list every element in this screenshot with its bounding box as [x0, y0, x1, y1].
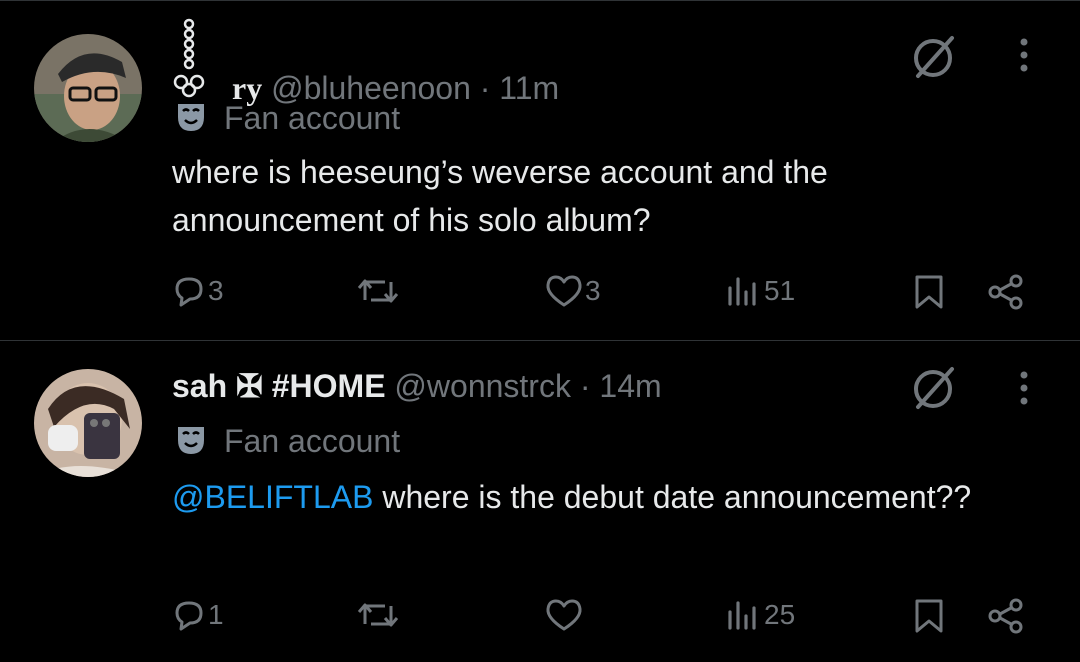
views-button[interactable]: 25 — [726, 598, 795, 632]
heart-icon — [546, 275, 582, 307]
mask-icon — [176, 101, 206, 133]
like-button[interactable]: 3 — [545, 274, 601, 308]
share-button[interactable] — [986, 598, 1026, 634]
reply-button[interactable]: 1 — [172, 598, 224, 632]
account-label: Fan account — [176, 423, 400, 460]
reply-icon — [175, 277, 203, 307]
view-count: 25 — [764, 599, 796, 630]
tweet-text: @BELIFTLAB where is the debut date annou… — [172, 473, 972, 521]
reply-count: 3 — [208, 275, 224, 306]
bookmark-button[interactable] — [912, 598, 946, 634]
views-button[interactable]: 51 — [726, 274, 795, 308]
views-icon — [728, 277, 756, 306]
bookmark-icon — [915, 599, 943, 633]
share-button[interactable] — [986, 274, 1026, 310]
bookmark-icon — [915, 275, 943, 309]
tweet-body: where is heeseung’s weverse account and … — [172, 154, 828, 238]
grok-icon[interactable] — [908, 32, 958, 82]
heart-icon — [546, 599, 582, 631]
timestamp[interactable]: 14m — [599, 368, 661, 404]
fan-account-label: Fan account — [224, 100, 401, 136]
separator: · — [579, 368, 591, 404]
avatar[interactable] — [34, 34, 142, 142]
mention-link[interactable]: @BELIFTLAB — [172, 479, 373, 515]
bookmark-button[interactable] — [912, 274, 946, 310]
repost-button[interactable] — [355, 598, 403, 632]
like-count: 3 — [585, 275, 601, 306]
post-header: sah ✠ #HOME @wonnstrck · 14m — [172, 367, 662, 405]
reply-icon — [175, 601, 203, 631]
view-count: 51 — [764, 275, 796, 306]
views-icon — [728, 601, 756, 630]
share-icon — [988, 274, 1023, 310]
more-icon[interactable] — [1012, 32, 1036, 82]
tweet-body: where is the debut date announcement?? — [373, 479, 972, 515]
grok-icon[interactable] — [908, 363, 958, 413]
share-icon — [988, 598, 1023, 634]
avatar[interactable] — [34, 369, 142, 477]
decorative-emoji-icon — [172, 18, 238, 104]
post[interactable]: ry @bluheenoon · 11m Fan account where i… — [0, 0, 1080, 340]
repost-icon — [357, 603, 399, 627]
timestamp[interactable]: 11m — [499, 70, 559, 106]
fan-account-label: Fan account — [224, 423, 401, 459]
mask-icon — [176, 424, 206, 456]
repost-button[interactable] — [355, 274, 403, 308]
post[interactable]: sah ✠ #HOME @wonnstrck · 14m Fan account… — [0, 341, 1080, 662]
handle[interactable]: @wonnstrck — [394, 368, 571, 404]
reply-count: 1 — [208, 599, 224, 630]
tweet-text: where is heeseung’s weverse account and … — [172, 148, 972, 244]
like-button[interactable] — [545, 598, 585, 632]
repost-icon — [357, 279, 399, 303]
display-name[interactable]: sah ✠ #HOME — [172, 368, 386, 404]
more-icon[interactable] — [1012, 365, 1036, 415]
separator: · — [479, 70, 491, 106]
reply-button[interactable]: 3 — [172, 274, 224, 308]
account-label: Fan account — [176, 100, 400, 137]
